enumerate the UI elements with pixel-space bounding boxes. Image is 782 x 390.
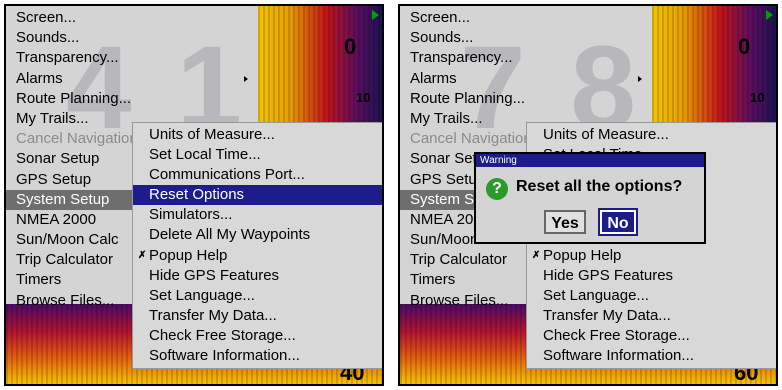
submenu-set-local-time[interactable]: Set Local Time... [133,145,382,165]
checkmark-icon: ✗ [532,249,541,261]
menu-item-sun-moon[interactable]: Sun/Moon Calc [6,230,132,250]
submenu-simulators[interactable]: Simulators... [133,205,382,225]
menu-item-timers[interactable]: Timers [400,270,526,290]
menu-item-route-planning[interactable]: Route Planning... [6,89,132,109]
menu-item-screen[interactable]: Screen... [6,8,132,28]
menu-item-cancel-navigation: Cancel Navigation [16,130,138,148]
system-setup-submenu: Units of Measure... Set Local Time... Co… [132,122,382,370]
question-icon: ? [486,178,508,200]
menu-item-sounds[interactable]: Sounds... [400,28,526,48]
menu-item-gps-setup[interactable]: GPS Setup [6,170,132,190]
submenu-transfer-data[interactable]: Transfer My Data... [133,306,382,326]
submenu-delete-waypoints[interactable]: Delete All My Waypoints [133,225,382,245]
menu-item-my-trails[interactable]: My Trails... [400,109,526,129]
submenu-popup-help[interactable]: ✗ Popup Help [133,246,382,266]
submenu-check-free-storage[interactable]: Check Free Storage... [527,326,776,346]
submenu-popup-help-label: Popup Help [543,246,622,264]
menu-item-trip-calculator[interactable]: Trip Calculator [400,250,526,270]
yes-button[interactable]: Yes [544,210,586,234]
right-screen: 7 8 0 10 60 Screen... Sounds... Transpar… [398,4,778,386]
submenu-hide-gps-features[interactable]: Hide GPS Features [133,266,382,286]
submenu-communications-port[interactable]: Communications Port... [133,165,382,185]
menu-item-route-planning[interactable]: Route Planning... [400,89,526,109]
submenu-transfer-data[interactable]: Transfer My Data... [527,306,776,326]
submenu-hide-gps-features[interactable]: Hide GPS Features [527,266,776,286]
submenu-software-information[interactable]: Software Information... [133,346,382,366]
submenu-set-language[interactable]: Set Language... [133,286,382,306]
submenu-units-of-measure[interactable]: Units of Measure... [527,125,776,145]
warning-dialog: Warning ? Reset all the options? Yes No [474,152,706,244]
menu-item-screen[interactable]: Screen... [400,8,526,28]
no-button[interactable]: No [598,208,638,236]
main-menu: Screen... Sounds... Transparency... Alar… [6,6,248,311]
menu-item-transparency[interactable]: Transparency... [400,48,526,68]
submenu-software-information[interactable]: Software Information... [527,346,776,366]
dialog-message: Reset all the options? [516,178,683,195]
menu-item-system-setup[interactable]: System Setup [6,189,140,210]
submenu-units-of-measure[interactable]: Units of Measure... [133,125,382,145]
checkmark-icon: ✗ [138,249,147,261]
play-arrow-icon [766,10,773,20]
menu-item-cancel-navigation: Cancel Navigation [410,130,532,148]
left-screen: 4 1 0 10 40 Screen... Sounds... Transpar… [4,4,384,386]
depth-scale-mid: 10 [750,90,765,105]
submenu-check-free-storage[interactable]: Check Free Storage... [133,326,382,346]
menu-item-timers[interactable]: Timers [6,270,132,290]
dialog-title: Warning [476,154,704,167]
menu-item-alarms[interactable]: Alarms [400,69,650,89]
submenu-set-language[interactable]: Set Language... [527,286,776,306]
depth-scale-mid: 10 [356,90,371,105]
menu-item-sonar-setup[interactable]: Sonar Setup [6,149,132,169]
submenu-popup-help-label: Popup Help [149,246,228,264]
menu-item-nmea-2000[interactable]: NMEA 2000 [6,210,132,230]
menu-item-alarms[interactable]: Alarms [6,69,256,89]
depth-scale-top: 0 [344,34,357,59]
submenu-popup-help[interactable]: ✗ Popup Help [527,246,776,266]
submenu-reset-options[interactable]: Reset Options [133,185,382,206]
menu-item-sounds[interactable]: Sounds... [6,28,132,48]
menu-item-trip-calculator[interactable]: Trip Calculator [6,250,132,270]
menu-item-browse-files[interactable]: Browse Files... [6,291,132,311]
play-arrow-icon [372,10,379,20]
menu-item-my-trails[interactable]: My Trails... [6,109,132,129]
menu-item-transparency[interactable]: Transparency... [6,48,132,68]
menu-item-browse-files[interactable]: Browse Files... [400,291,526,311]
depth-scale-top: 0 [738,34,751,59]
